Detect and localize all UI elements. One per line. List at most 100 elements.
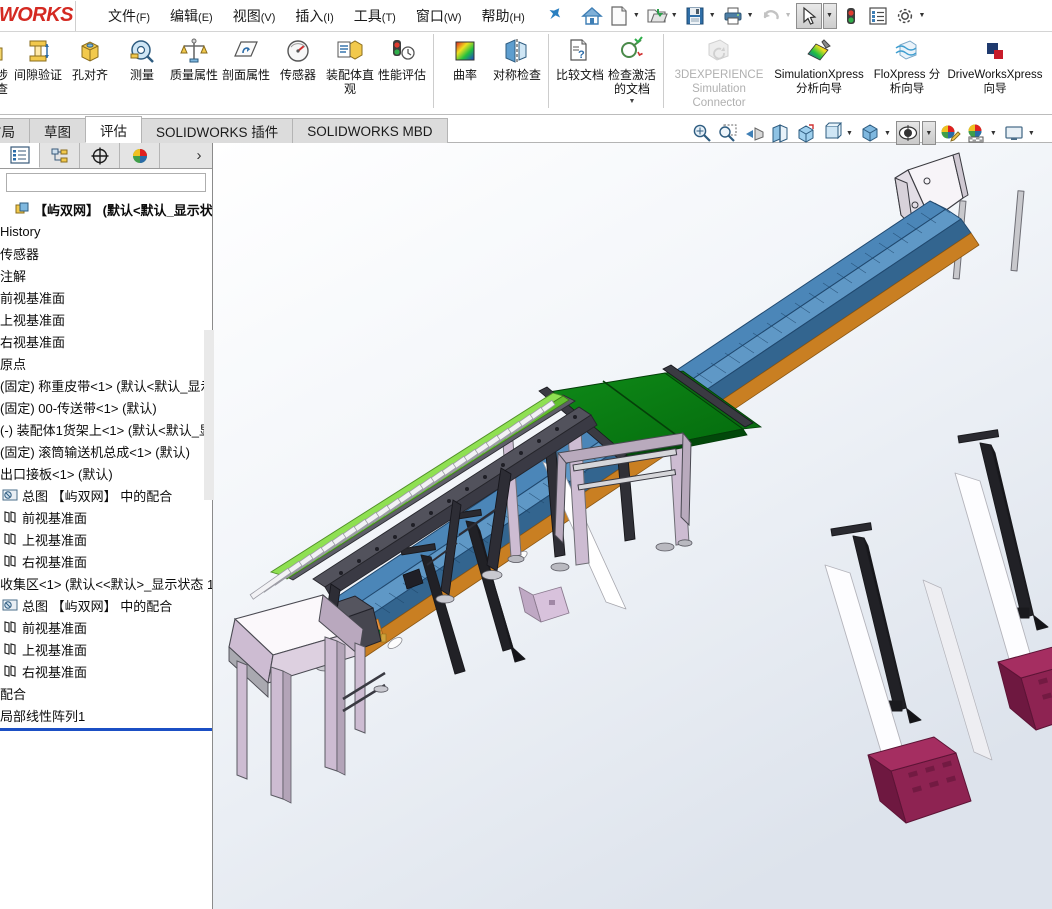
tree-item-sensors[interactable]: 传感器 [0,242,212,264]
previous-view-icon[interactable] [742,121,766,145]
tree-item-top-plane-2[interactable]: 上视基准面 [0,528,212,550]
tree-item-collection-area[interactable]: 收集区<1> (默认<<默认>_显示状态 1> [0,572,212,594]
print-dropdown-caret[interactable]: ▼ [747,12,754,19]
new-document-dropdown-caret[interactable]: ▼ [633,12,640,19]
zoom-to-area-icon[interactable] [716,121,740,145]
menu-tools[interactable]: 工具(T) [344,3,406,29]
tab-display-manager[interactable] [120,143,160,168]
rb-clearance-verification[interactable]: 间隙验证 [12,32,64,106]
rb-hole-alignment[interactable]: 孔对齐 [64,32,116,106]
rb-driveworksxpress[interactable]: DriveWorksXpress 向导 [945,32,1045,106]
save-icon[interactable] [682,3,708,29]
display-style-dropdown-caret[interactable]: ▼ [846,130,853,137]
apply-scene-icon[interactable] [964,121,988,145]
rb-simulationxpress[interactable]: SimulationXpress 分析向导 [769,32,869,106]
tree-item-annotations[interactable]: 注解 [0,264,212,286]
menu-window[interactable]: 窗口(W) [406,3,472,29]
rb-compare-documents[interactable]: ? 比较文档 [554,32,606,106]
tree-item-mates-folder-2[interactable]: 总图 【屿双网】 中的配合 [0,594,212,616]
undo-dropdown-caret[interactable]: ▼ [785,12,792,19]
rb-performance-evaluation[interactable]: 性能评估 [376,32,428,106]
tree-item-right-plane-2[interactable]: 右视基准面 [0,550,212,572]
tree-item-mates[interactable]: 配合 [0,682,212,704]
settings-dropdown-caret[interactable]: ▼ [919,12,926,19]
settings-gear-icon[interactable] [892,3,918,29]
menu-view[interactable]: 视图(V) [223,3,286,29]
edit-appearance-icon[interactable] [938,121,962,145]
rb-curvature[interactable]: 曲率 [439,32,491,106]
zoom-to-fit-icon[interactable] [690,121,714,145]
rb-sensor[interactable]: 传感器 [272,32,324,106]
feature-manager-expand-arrow[interactable]: › [186,143,212,168]
options-list-icon[interactable] [865,3,891,29]
pushpin-icon[interactable] [540,2,565,28]
tree-item-right-plane[interactable]: 右视基准面 [0,330,212,352]
open-folder-icon[interactable] [644,3,670,29]
hole-alignment-icon [75,36,105,66]
rb-symmetry-check[interactable]: 对称检查 [491,32,543,106]
rb-check-active-document[interactable]: 检查激活的文档 ▼ [606,32,658,106]
tree-item-origin[interactable]: 原点 [0,352,212,374]
view-settings-icon[interactable] [1002,121,1026,145]
tab-layout[interactable]: 布局 [0,118,30,143]
tree-item-history[interactable]: History [0,220,212,242]
rb-3dexperience-simulation-connector[interactable]: 3DEXPERIENCE Simulation Connector [669,32,769,110]
tree-item-top-plane-3[interactable]: 上视基准面 [0,638,212,660]
menu-edit[interactable]: 编辑(E) [160,3,223,29]
tab-solidworks-mbd[interactable]: SOLIDWORKS MBD [292,118,448,143]
graphics-viewport[interactable] [213,143,1052,909]
feature-tree-filter-input[interactable] [6,173,206,192]
tree-item-right-plane-3[interactable]: 右视基准面 [0,660,212,682]
tree-item-weighing-belt[interactable]: (固定) 称重皮带<1> (默认<默认_显示状 [0,374,212,396]
tab-solidworks-addins[interactable]: SOLIDWORKS 插件 [141,118,294,143]
rb-section-properties[interactable]: 剖面属性 [220,32,272,106]
tab-configuration-manager[interactable] [80,143,120,168]
rebuild-traffic-light-icon[interactable] [838,3,864,29]
tree-item-roller-conveyor-assembly[interactable]: (固定) 滚筒输送机总成<1> (默认) [0,440,212,462]
tab-feature-manager[interactable] [0,143,40,168]
undo-icon[interactable] [758,3,784,29]
tree-item-mates-folder-1[interactable]: 总图 【屿双网】 中的配合 [0,484,212,506]
symmetry-check-icon [502,36,532,66]
display-style-shaded-icon[interactable] [895,121,920,145]
apply-scene-dropdown-caret[interactable]: ▼ [990,130,997,137]
rb-assembly-visualization[interactable]: 装配体直观 [324,32,376,106]
check-active-document-dropdown-caret[interactable]: ▼ [629,98,636,105]
tree-item-local-linear-pattern[interactable]: 局部线性阵列1 [0,704,212,726]
tab-sketch[interactable]: 草图 [29,118,86,143]
select-arrow-dropdown-caret[interactable]: ▼ [822,2,837,29]
tree-item-assembly1-rack[interactable]: (-) 装配体1货架上<1> (默认<默认_显示 [0,418,212,440]
view-settings-dropdown-caret[interactable]: ▼ [1028,130,1035,137]
tree-item-assembly-root[interactable]: 【屿双网】 (默认<默认_显示状态-1 [0,198,212,220]
rb-costing[interactable]: Costing [1045,32,1052,106]
rb-measure[interactable]: 测量 [116,32,168,106]
tab-property-manager[interactable] [40,143,80,168]
tree-item-top-plane[interactable]: 上视基准面 [0,308,212,330]
tree-item-front-plane-3[interactable]: 前视基准面 [0,616,212,638]
hide-show-items-icon[interactable] [858,121,882,145]
tree-item-label: 配合 [0,686,27,702]
menu-file[interactable]: 文件(F) [98,3,160,29]
hide-show-dropdown-caret[interactable]: ▼ [884,130,891,137]
tab-evaluate[interactable]: 评估 [85,116,142,143]
rb-interference-check[interactable]: 干涉检查 [0,32,12,106]
feature-tree-scrollbar[interactable] [204,330,214,500]
rb-mass-properties[interactable]: 质量属性 [168,32,220,106]
tree-item-conveyor-00[interactable]: (固定) 00-传送带<1> (默认) [0,396,212,418]
select-arrow-icon[interactable] [795,2,822,29]
print-icon[interactable] [720,3,746,29]
new-document-icon[interactable] [606,3,632,29]
tree-item-outlet-plate[interactable]: 出口接板<1> (默认) [0,462,212,484]
menu-help[interactable]: 帮助(H) [472,3,535,29]
display-style-shaded-dropdown-caret[interactable]: ▼ [921,121,936,145]
tree-item-front-plane-2[interactable]: 前视基准面 [0,506,212,528]
rb-floxpress[interactable]: FloXpress 分析向导 [869,32,945,106]
home-icon[interactable] [579,3,605,29]
open-folder-dropdown-caret[interactable]: ▼ [671,12,678,19]
display-style-cube-icon[interactable] [820,121,844,145]
view-orientation-icon[interactable] [794,121,818,145]
save-dropdown-caret[interactable]: ▼ [709,12,716,19]
section-view-icon[interactable] [768,121,792,145]
tree-item-front-plane[interactable]: 前视基准面 [0,286,212,308]
menu-insert[interactable]: 插入(I) [285,3,343,29]
